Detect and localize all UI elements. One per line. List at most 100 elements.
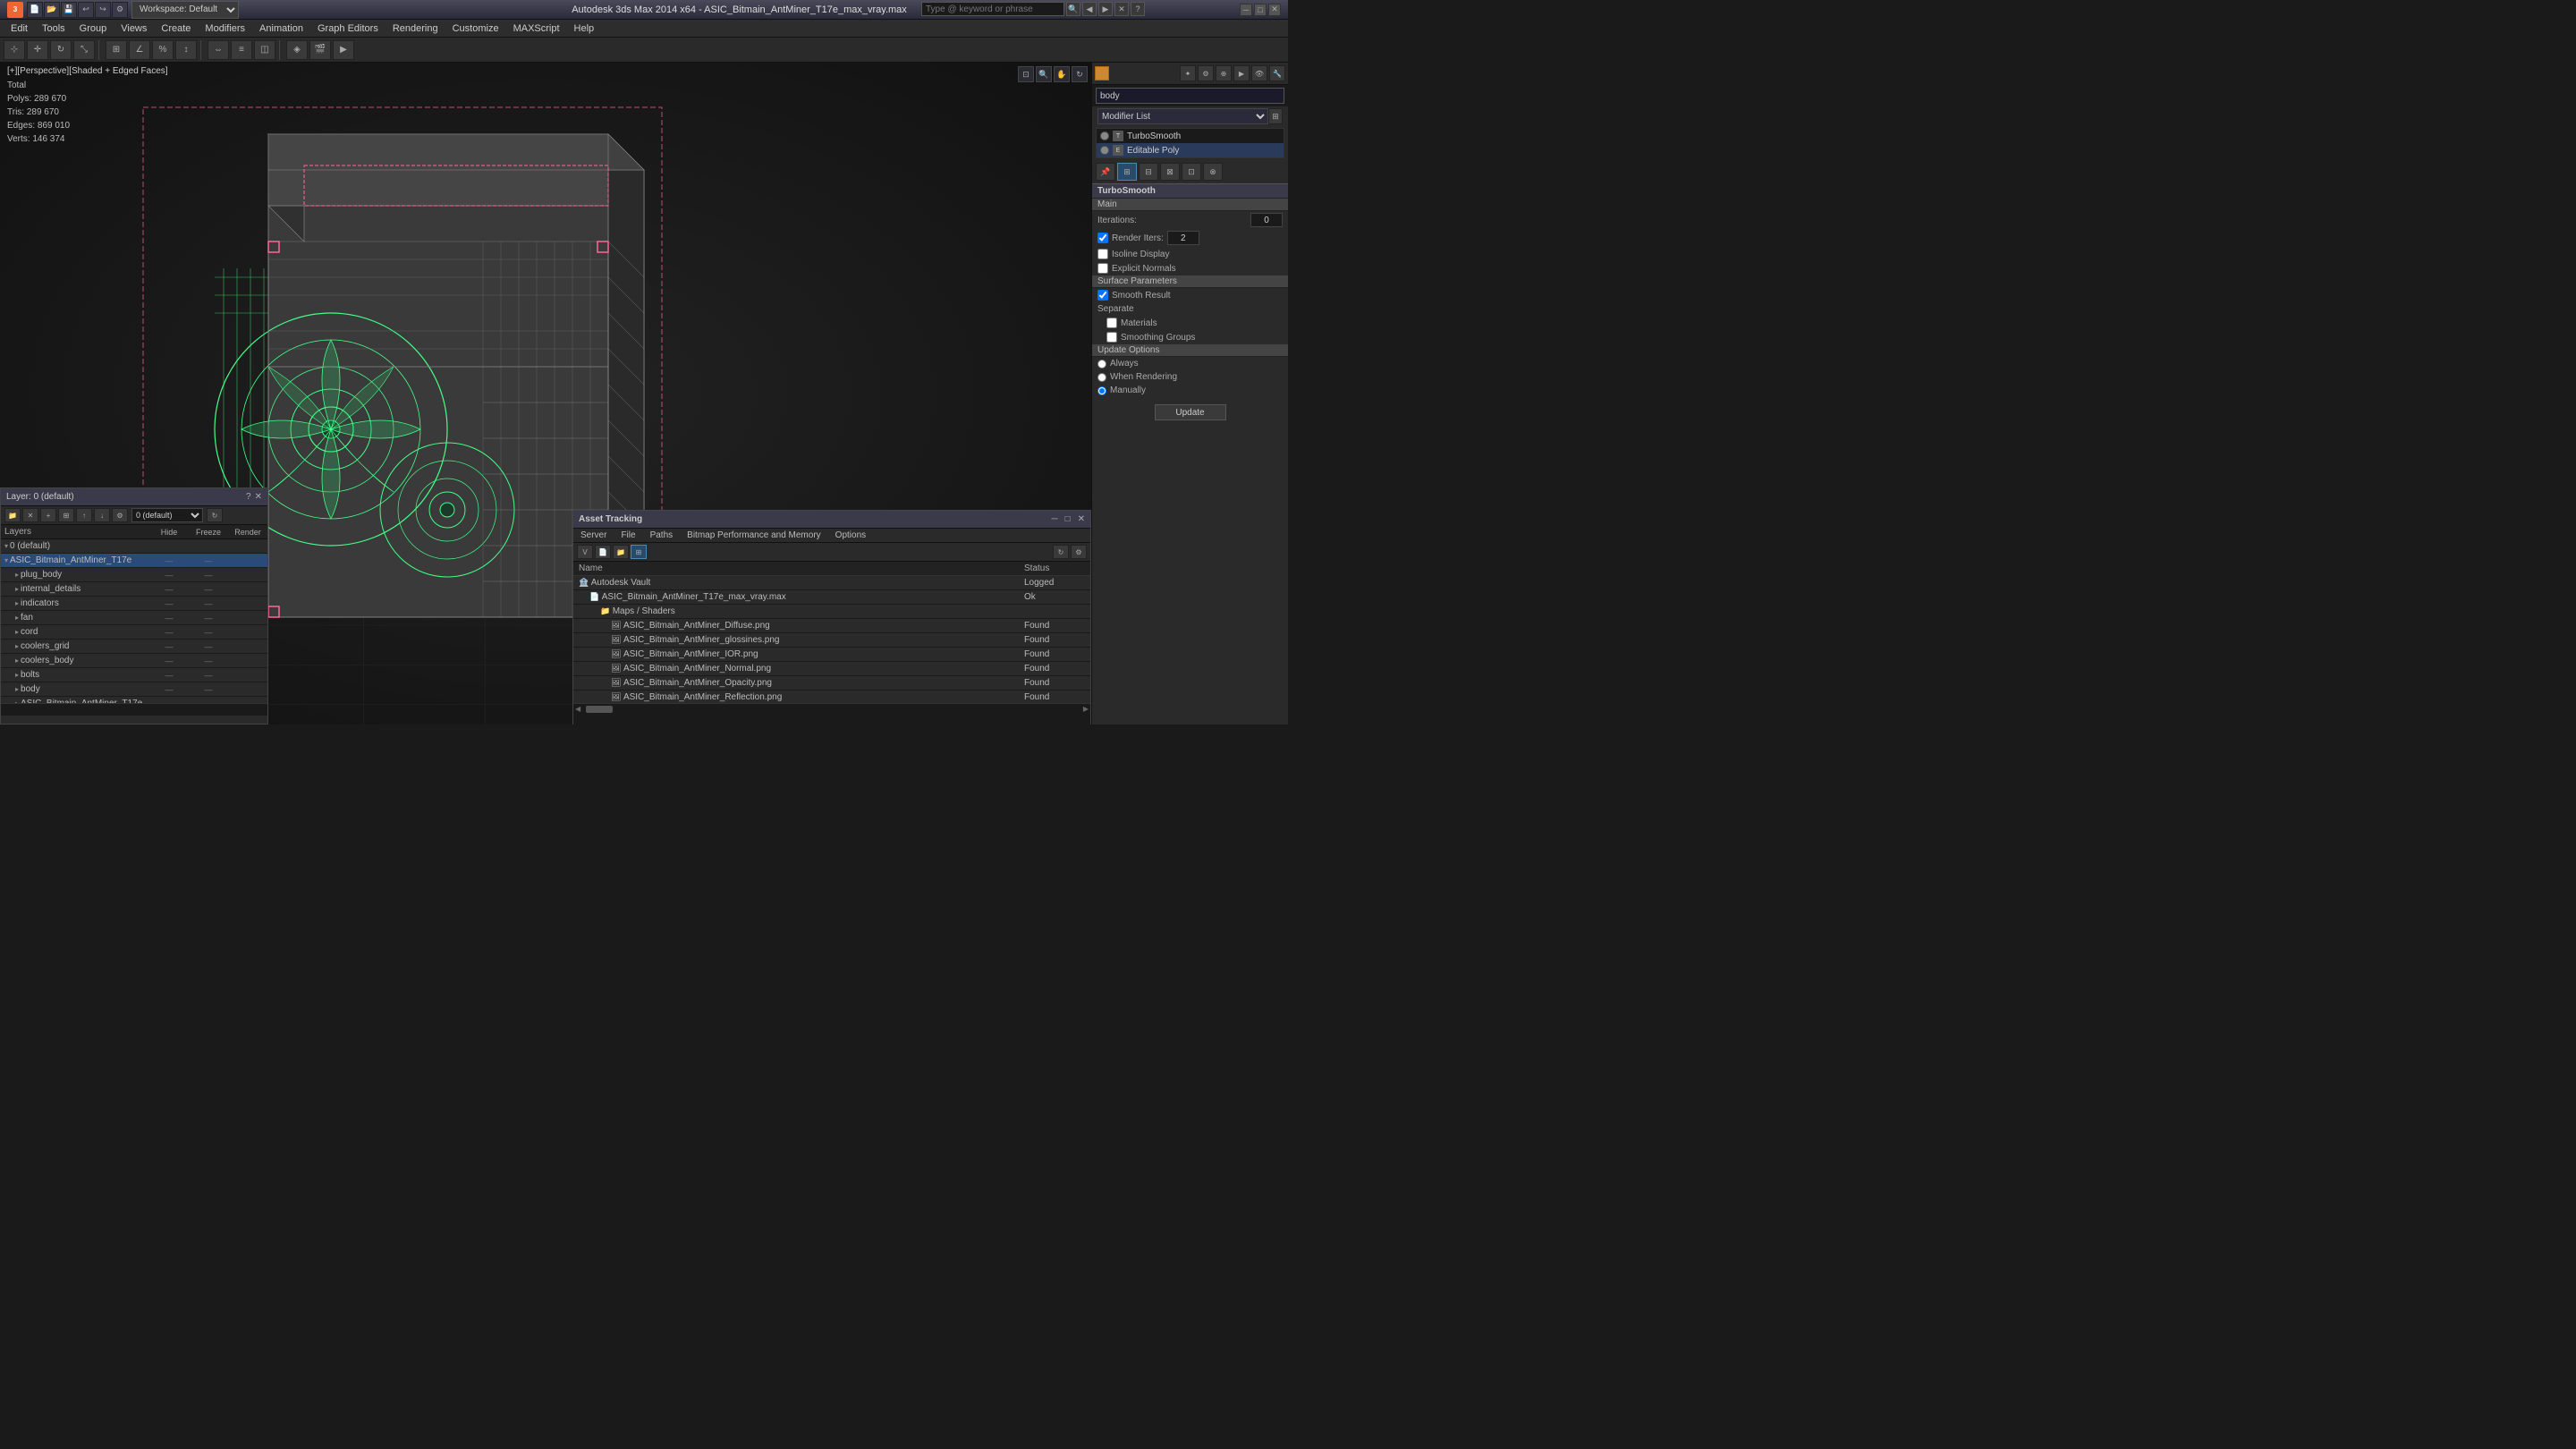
settings-icon[interactable]: ⚙ <box>112 2 128 18</box>
menu-item-group[interactable]: Group <box>72 21 114 36</box>
layer-hide-value[interactable]: — <box>149 628 189 637</box>
asset-row[interactable]: 🖼 ASIC_Bitmain_AntMiner_glossines.pngFou… <box>573 633 1090 648</box>
layer-freeze-value[interactable]: — <box>189 657 228 665</box>
zoom-extents-icon[interactable]: ⊡ <box>1018 66 1034 82</box>
layers-select-icon[interactable]: ⊞ <box>58 508 74 522</box>
asset-row[interactable]: 📁 Maps / Shaders <box>573 605 1090 619</box>
workspace-dropdown[interactable]: Workspace: Default <box>131 1 239 19</box>
render-setup-icon[interactable]: 🎬 <box>309 40 331 60</box>
layer-hide-value[interactable]: — <box>149 556 189 565</box>
layer-hide-value[interactable]: — <box>149 614 189 623</box>
menu-item-animation[interactable]: Animation <box>252 21 310 36</box>
pin-icon[interactable]: 📌 <box>1096 163 1115 181</box>
menu-item-help[interactable]: Help <box>567 21 602 36</box>
mirror-icon[interactable]: ⇔ <box>208 40 229 60</box>
layer-hide-value[interactable]: — <box>149 657 189 665</box>
layer-freeze-value[interactable]: — <box>189 628 228 637</box>
layer-freeze-value[interactable]: — <box>189 585 228 594</box>
asset-settings-icon[interactable]: ⚙ <box>1071 545 1087 559</box>
layers-option3-icon[interactable]: ⚙ <box>112 508 128 522</box>
align-icon[interactable]: ≡ <box>231 40 252 60</box>
render-iters-checkbox[interactable] <box>1097 233 1108 243</box>
search-help-icon[interactable]: ? <box>1131 2 1145 16</box>
modifier-options-icon[interactable]: ⊞ <box>1268 108 1283 124</box>
material-editor-icon[interactable]: ◈ <box>286 40 308 60</box>
layer-hide-value[interactable]: — <box>149 585 189 594</box>
transform-btn-3[interactable]: ⊠ <box>1160 163 1180 181</box>
redo-icon[interactable]: ↪ <box>95 2 111 18</box>
layer-item[interactable]: ▸ internal_details—— <box>1 582 267 597</box>
close-button[interactable]: ✕ <box>1268 4 1281 16</box>
rotate-icon[interactable]: ↻ <box>50 40 72 60</box>
when-rendering-radio[interactable] <box>1097 373 1106 382</box>
menu-item-customize[interactable]: Customize <box>445 21 506 36</box>
orbit-icon[interactable]: ↻ <box>1072 66 1088 82</box>
display-tab-icon[interactable]: 👁 <box>1251 65 1267 81</box>
menu-item-modifiers[interactable]: Modifiers <box>198 21 252 36</box>
layer-freeze-value[interactable]: — <box>189 599 228 608</box>
layer-freeze-value[interactable]: — <box>189 699 228 704</box>
update-button[interactable]: Update <box>1155 404 1226 420</box>
layer-item[interactable]: ▸ body—— <box>1 682 267 697</box>
asset-row[interactable]: 🖼 ASIC_Bitmain_AntMiner_Reflection.pngFo… <box>573 691 1090 704</box>
layers-close-icon[interactable]: ✕ <box>255 492 262 502</box>
layers-add-icon[interactable]: + <box>40 508 56 522</box>
layers-scrollbar[interactable] <box>1 703 267 716</box>
open-file-icon[interactable]: 📂 <box>44 2 60 18</box>
layer-item[interactable]: ▸ ASIC_Bitmain_AntMiner_T17e—— <box>1 697 267 703</box>
asset-menu-server[interactable]: Server <box>573 529 614 542</box>
zoom-icon[interactable]: 🔍 <box>1036 66 1052 82</box>
search-submit-button[interactable]: 🔍 <box>1066 2 1080 16</box>
layer-item[interactable]: ▸ fan—— <box>1 611 267 625</box>
modifier-list-dropdown[interactable]: Modifier List <box>1097 108 1268 124</box>
asset-panel-minimize-icon[interactable]: ─ <box>1051 514 1057 524</box>
layer-item[interactable]: ▸ coolers_grid—— <box>1 640 267 654</box>
snap-icon[interactable]: ⊞ <box>106 40 127 60</box>
asset-menu-options[interactable]: Options <box>828 529 873 542</box>
search-option2-icon[interactable]: ▶ <box>1098 2 1113 16</box>
layer-manager-icon[interactable]: ◫ <box>254 40 275 60</box>
modifier-item-turbosmooth[interactable]: T TurboSmooth <box>1097 129 1284 143</box>
transform-btn-4[interactable]: ⊡ <box>1182 163 1201 181</box>
hierarchy-tab-icon[interactable]: ⊕ <box>1216 65 1232 81</box>
layer-hide-value[interactable]: — <box>149 671 189 680</box>
layer-item[interactable]: ▸ cord—— <box>1 625 267 640</box>
iterations-input[interactable] <box>1250 213 1283 227</box>
layer-item[interactable]: ▸ indicators—— <box>1 597 267 611</box>
new-file-icon[interactable]: 📄 <box>27 2 43 18</box>
asset-menu-paths[interactable]: Paths <box>643 529 681 542</box>
layer-hide-value[interactable]: — <box>149 599 189 608</box>
minimize-button[interactable]: ─ <box>1240 4 1252 16</box>
asset-scroll-thumb[interactable] <box>586 706 613 713</box>
scale-icon[interactable]: ⤡ <box>73 40 95 60</box>
asset-grid-icon[interactable]: ⊞ <box>631 545 647 559</box>
create-tab-icon[interactable]: ✦ <box>1180 65 1196 81</box>
modify-tab-icon[interactable]: ⚙ <box>1198 65 1214 81</box>
angle-snap-icon[interactable]: ∠ <box>129 40 150 60</box>
asset-row[interactable]: 📄 ASIC_Bitmain_AntMiner_T17e_max_vray.ma… <box>573 590 1090 605</box>
layers-new-icon[interactable]: 📁 <box>4 508 21 522</box>
spinner-snap-icon[interactable]: ↕ <box>175 40 197 60</box>
smoothing-groups-checkbox[interactable] <box>1106 332 1117 343</box>
motion-tab-icon[interactable]: ▶ <box>1233 65 1250 81</box>
asset-row[interactable]: 🖼 ASIC_Bitmain_AntMiner_IOR.pngFound <box>573 648 1090 662</box>
asset-scroll-left-icon[interactable]: ◀ <box>573 705 582 713</box>
menu-item-maxscript[interactable]: MAXScript <box>506 21 567 36</box>
asset-row[interactable]: 🖼 ASIC_Bitmain_AntMiner_Normal.pngFound <box>573 662 1090 676</box>
layer-item[interactable]: ▸ coolers_body—— <box>1 654 267 668</box>
menu-item-edit[interactable]: Edit <box>4 21 35 36</box>
object-name-input[interactable] <box>1096 88 1284 104</box>
layer-hide-value[interactable]: — <box>149 642 189 651</box>
layers-help-icon[interactable]: ? <box>246 492 251 502</box>
explicit-normals-checkbox[interactable] <box>1097 263 1108 274</box>
menu-item-tools[interactable]: Tools <box>35 21 72 36</box>
layer-item[interactable]: ▸ plug_body—— <box>1 568 267 582</box>
select-icon[interactable]: ⊹ <box>4 40 25 60</box>
layers-option2-icon[interactable]: ↓ <box>94 508 110 522</box>
pan-icon[interactable]: ✋ <box>1054 66 1070 82</box>
layer-freeze-value[interactable]: — <box>189 671 228 680</box>
layer-freeze-value[interactable]: — <box>189 556 228 565</box>
isoline-checkbox[interactable] <box>1097 249 1108 259</box>
layer-expand-arrow[interactable]: ▾ <box>4 542 8 550</box>
menu-item-create[interactable]: Create <box>154 21 198 36</box>
